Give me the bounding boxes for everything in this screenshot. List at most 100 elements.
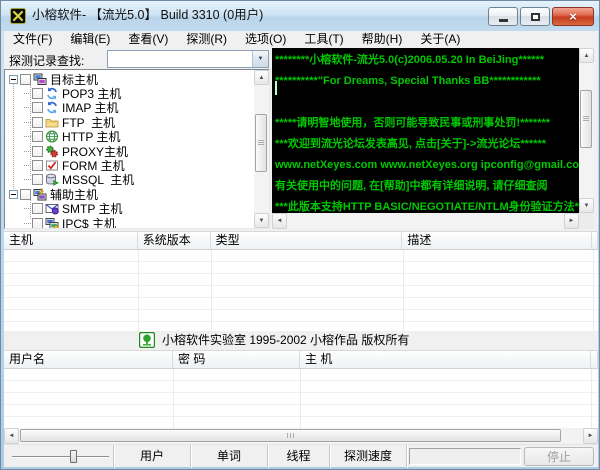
tree-item-ftp[interactable]: FTP 主机 — [5, 115, 253, 130]
host-tree: 目标主机 POP3 主机 IMAP 主机 FTP 主机 HTTP 主机 PROX… — [4, 69, 270, 229]
terminal-panel[interactable]: ********小榕软件-流光5.0(c)2006.05.20 In BeiJi… — [272, 48, 594, 229]
tree-scrollbar[interactable]: ▲ ▼ — [254, 70, 269, 228]
tree-item-imap[interactable]: IMAP 主机 — [5, 101, 253, 115]
collapse-icon[interactable] — [9, 189, 18, 199]
scroll-left-icon[interactable]: ◄ — [272, 213, 287, 229]
speed-slider[interactable] — [4, 445, 114, 468]
checkbox[interactable] — [32, 217, 43, 228]
aux-hosts-icon — [33, 187, 47, 201]
checkbox[interactable] — [32, 102, 43, 114]
scroll-right-icon[interactable]: ► — [583, 428, 598, 444]
menubar: 文件(F) 编辑(E) 查看(V) 探测(R) 选项(O) 工具(T) 帮助(H… — [4, 31, 598, 48]
proxy-gears-icon — [45, 145, 59, 158]
menu-item-about[interactable]: 关于(A) — [411, 31, 469, 48]
collapse-icon[interactable] — [9, 74, 18, 84]
menu-item-file[interactable]: 文件(F) — [4, 31, 61, 48]
scroll-down-icon[interactable]: ▼ — [254, 213, 269, 228]
minimize-icon — [498, 18, 508, 22]
smtp-mail-icon — [45, 202, 59, 215]
tree-item-target-hosts[interactable]: 目标主机 — [5, 72, 253, 87]
minimize-button[interactable] — [488, 7, 518, 26]
scroll-up-icon[interactable]: ▲ — [254, 70, 269, 85]
scrollbar-thumb[interactable] — [20, 429, 561, 442]
checkbox[interactable] — [32, 131, 43, 143]
column-header-type[interactable]: 类型 — [210, 232, 403, 250]
mssql-database-icon — [45, 173, 59, 187]
checkbox[interactable] — [32, 145, 43, 157]
search-input[interactable] — [108, 51, 252, 67]
column-header-os[interactable]: 系统版本 — [137, 232, 211, 250]
tree-item-mssql[interactable]: MSSQL 主机 — [5, 173, 253, 187]
tree-item-http[interactable]: HTTP 主机 — [5, 130, 253, 144]
terminal-text: ********小榕软件-流光5.0(c)2006.05.20 In BeiJi… — [275, 50, 579, 213]
checkbox[interactable] — [32, 88, 43, 100]
menu-item-help[interactable]: 帮助(H) — [353, 31, 412, 48]
hosts-table-body — [4, 250, 598, 332]
dropdown-button[interactable]: ▼ — [252, 51, 268, 67]
scrollbar-thumb[interactable] — [580, 90, 592, 148]
column-header-filler — [591, 351, 598, 369]
tree-item-proxy[interactable]: PROXY主机 — [5, 144, 253, 159]
rong-tree-logo-icon — [138, 331, 156, 349]
maximize-icon — [530, 12, 540, 21]
scroll-right-icon[interactable]: ► — [564, 213, 579, 229]
column-header-host[interactable]: 主 机 — [300, 351, 591, 369]
checkbox[interactable] — [32, 116, 43, 128]
scroll-up-icon[interactable]: ▲ — [579, 48, 594, 63]
tree-item-ipc[interactable]: IPC$ 主机 — [5, 216, 253, 228]
ftp-folder-icon — [45, 116, 59, 129]
hosts-table: 主机 系统版本 类型 描述 — [4, 231, 598, 332]
terminal-line: ********小榕软件-流光5.0(c)2006.05.20 In BeiJi… — [275, 54, 545, 66]
maximize-button[interactable] — [520, 7, 550, 26]
terminal-line: 有关使用中的问题, 在[帮助]中都有详细说明, 请仔细查阅 — [275, 180, 548, 192]
menu-item-options[interactable]: 选项(O) — [236, 31, 295, 48]
text-cursor — [275, 81, 277, 95]
results-table-header: 用户名 密 码 主 机 — [4, 351, 598, 369]
checkbox[interactable] — [32, 203, 43, 215]
form-check-icon — [45, 159, 59, 172]
status-pane-speed: 探测速度 — [330, 445, 407, 468]
status-pane-progress — [409, 448, 521, 465]
scroll-left-icon[interactable]: ◄ — [4, 428, 19, 444]
terminal-line: www.netXeyes.com www.netXeyes.org ipconf… — [275, 159, 579, 171]
checkbox[interactable] — [32, 174, 43, 186]
column-header-password[interactable]: 密 码 — [173, 351, 300, 369]
stop-button[interactable]: 停止 — [524, 447, 594, 466]
status-pane-words: 单词 — [191, 445, 268, 468]
scrollbar-thumb[interactable] — [255, 114, 267, 172]
checkbox[interactable] — [20, 188, 31, 200]
column-header-username[interactable]: 用户名 — [4, 351, 173, 369]
column-header-filler — [592, 232, 598, 250]
titlebar[interactable]: 小榕软件- 【流光5.0】 Build 3310 (0用户) × — [1, 1, 599, 31]
results-table-body — [4, 369, 598, 429]
column-header-description[interactable]: 描述 — [402, 232, 592, 250]
close-icon: × — [569, 9, 577, 24]
terminal-hscrollbar[interactable]: ◄ ► — [272, 213, 579, 229]
tree-item-smtp[interactable]: SMTP 主机 — [5, 202, 253, 216]
status-pane-users: 用户 — [114, 445, 191, 468]
terminal-scrollbar[interactable]: ▲ ▼ — [579, 48, 594, 213]
statusbar: 用户 单词 线程 探测速度 停止 — [4, 444, 598, 468]
horizontal-scrollbar[interactable]: ◄ ► — [4, 428, 598, 444]
copyright-text: 小榕软件实验室 1995-2002 小榕作品 版权所有 — [162, 333, 410, 347]
client-area: 文件(F) 编辑(E) 查看(V) 探测(R) 选项(O) 工具(T) 帮助(H… — [4, 31, 598, 468]
search-combobox[interactable]: ▼ — [107, 50, 269, 68]
slider-thumb[interactable] — [70, 450, 77, 463]
menu-item-tools[interactable]: 工具(T) — [295, 31, 352, 48]
menu-item-probe[interactable]: 探测(R) — [177, 31, 236, 48]
imap-sync-icon — [45, 101, 59, 114]
tree-item-aux-hosts[interactable]: 辅助主机 — [5, 187, 253, 202]
checkbox[interactable] — [20, 73, 31, 85]
chevron-down-icon: ▼ — [257, 56, 264, 62]
terminal-line: *****请明智地使用，否则可能导致民事或刑事处罚!******* — [275, 117, 551, 129]
checkbox[interactable] — [32, 160, 43, 172]
terminal-line: ***欢迎到流光论坛发表高见, 点击[关于]->流光论坛****** — [275, 138, 547, 150]
column-header-host[interactable]: 主机 — [4, 232, 138, 250]
close-button[interactable]: × — [552, 7, 594, 26]
scroll-down-icon[interactable]: ▼ — [579, 198, 594, 213]
tree-item-pop3[interactable]: POP3 主机 — [5, 86, 253, 101]
menu-item-edit[interactable]: 编辑(E) — [61, 31, 119, 48]
menu-item-view[interactable]: 查看(V) — [119, 31, 177, 48]
target-hosts-icon — [33, 73, 47, 86]
